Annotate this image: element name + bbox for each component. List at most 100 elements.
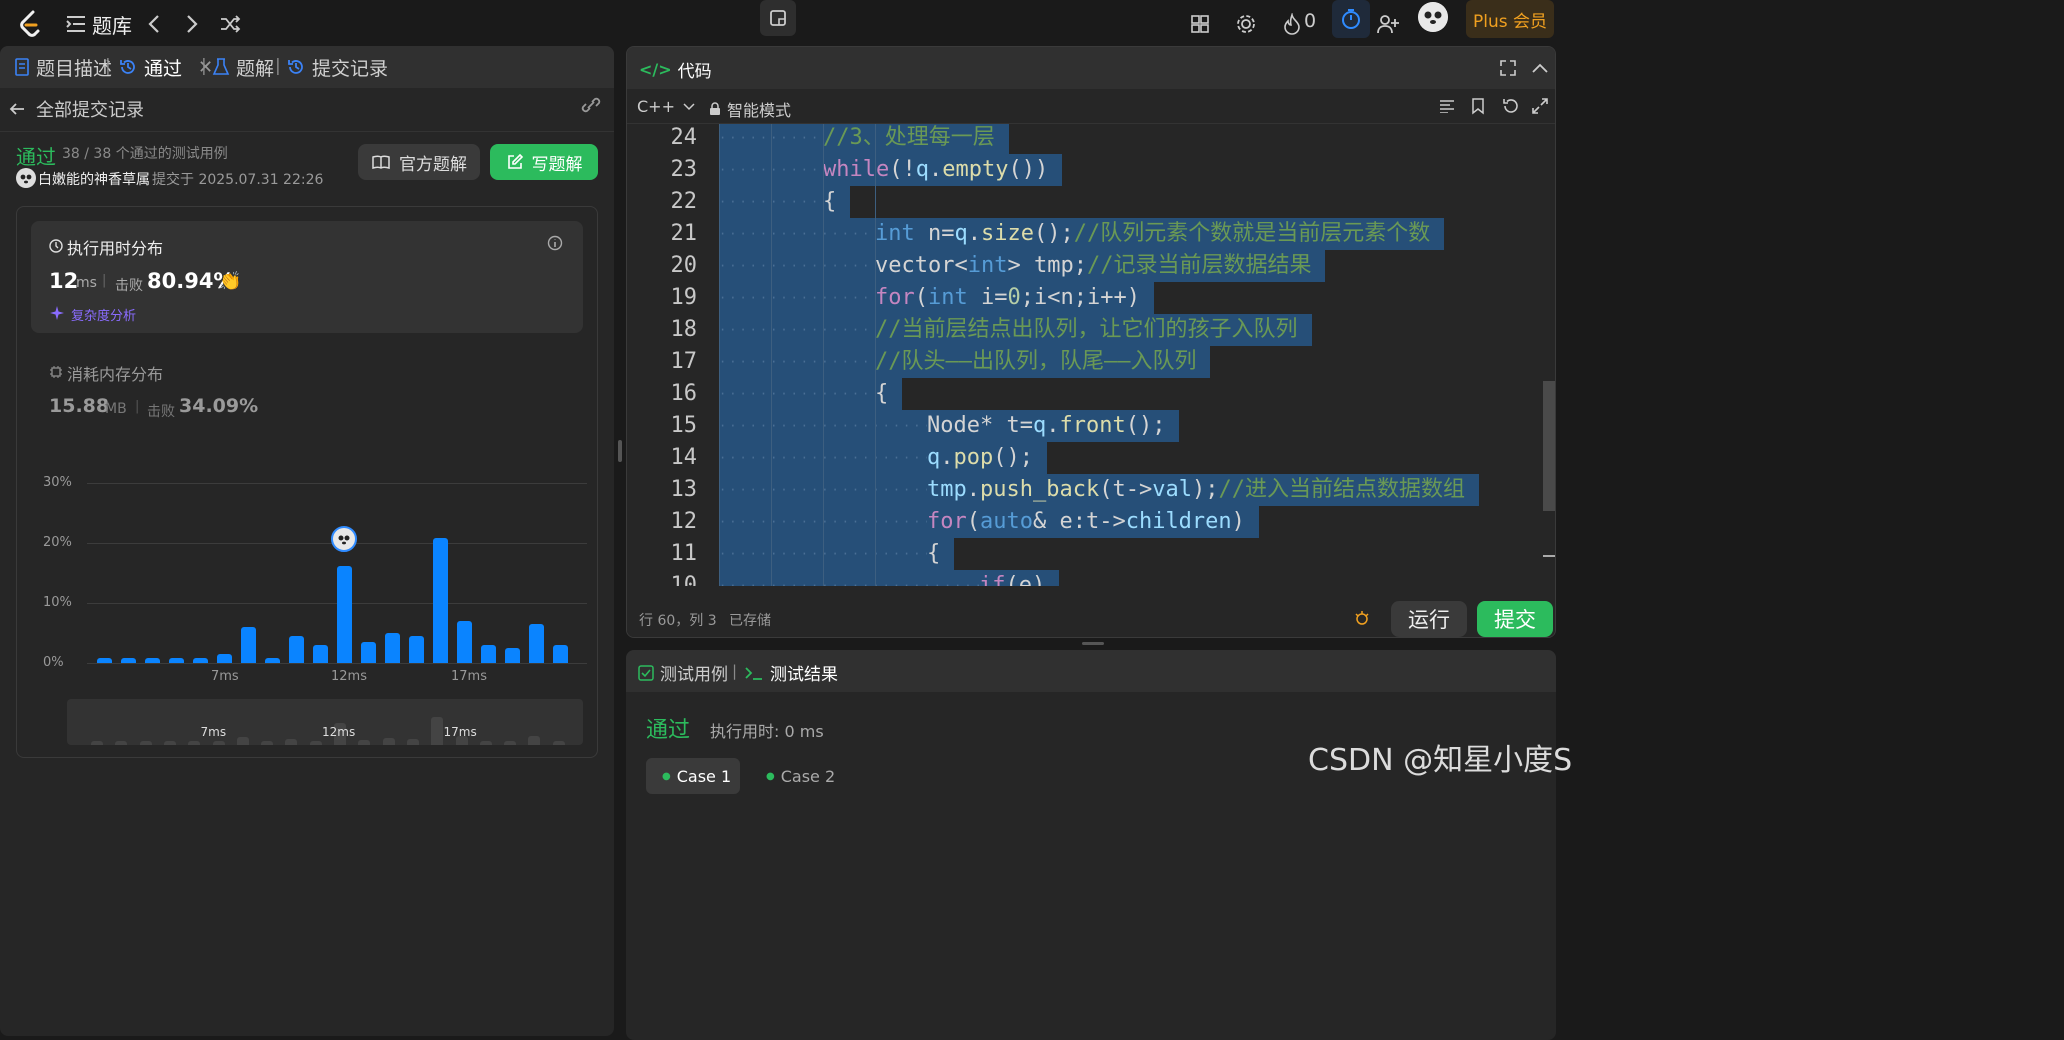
share-link-icon[interactable] <box>580 96 602 114</box>
settings-gear-icon[interactable] <box>1230 8 1262 40</box>
debug-icon[interactable] <box>1353 609 1371 627</box>
back-to-all-submissions[interactable]: 全部提交记录 <box>8 96 144 122</box>
tab-description-label: 题目描述 <box>36 57 113 80</box>
run-button[interactable]: 运行 <box>1391 601 1467 637</box>
runtime-bar[interactable] <box>265 658 280 663</box>
complexity-analysis-link[interactable]: 复杂度分析 <box>71 305 136 324</box>
tab-solutions[interactable]: 题解 <box>212 46 274 88</box>
code-token: front <box>1059 413 1126 438</box>
code-line[interactable]: ································q.pop(); <box>719 442 1047 474</box>
runtime-bar[interactable] <box>121 658 136 663</box>
case-1-tab[interactable]: ● Case 1 <box>646 758 740 794</box>
selection-highlight: ································q.pop(); <box>719 442 1047 474</box>
write-solution-button[interactable]: 写题解 <box>490 144 598 180</box>
editor-scrollbar[interactable] <box>1543 381 1555 511</box>
code-line[interactable]: ················//3、处理每一层 <box>719 124 1009 154</box>
runtime-bar[interactable] <box>217 654 232 663</box>
code-line[interactable]: ················{ <box>719 186 851 218</box>
submit-button[interactable]: 提交 <box>1477 601 1553 637</box>
watermark-text: CSDN @知星小度S <box>1308 743 1573 778</box>
saved-status: 已存储 <box>729 613 771 629</box>
user-avatar[interactable] <box>1418 2 1448 32</box>
runtime-bar[interactable] <box>505 648 520 663</box>
case-1-label: Case 1 <box>676 766 732 786</box>
runtime-bar[interactable] <box>529 624 544 663</box>
username[interactable]: 白嫩能的神香草属 <box>38 169 150 189</box>
runtime-beats-label: 击败 <box>115 278 143 294</box>
reset-icon[interactable] <box>1501 97 1519 115</box>
code-line[interactable]: ························vector<int> tmp;… <box>719 250 1326 282</box>
code-line[interactable]: ································{ <box>719 538 955 570</box>
info-icon[interactable] <box>547 235 563 251</box>
leetcode-logo-icon[interactable] <box>14 8 46 40</box>
fullscreen-icon[interactable] <box>1531 97 1549 115</box>
tab-test-result[interactable]: 测试结果 <box>744 660 838 685</box>
top-bar: 题库 0 Plus 会员 <box>0 0 2064 48</box>
runtime-bar[interactable] <box>553 645 568 663</box>
chart-range-slider[interactable]: 7ms 12ms 17ms <box>67 699 583 745</box>
next-problem-icon[interactable] <box>176 8 208 40</box>
collapse-icon[interactable] <box>1531 61 1549 75</box>
arrow-left-icon <box>9 103 24 115</box>
shuffle-icon[interactable] <box>214 8 246 40</box>
overview-bar <box>358 740 371 745</box>
problem-bank-link[interactable]: 题库 <box>92 10 132 39</box>
runtime-bar[interactable] <box>361 642 376 663</box>
notes-icon[interactable] <box>760 0 796 36</box>
case-2-tab[interactable]: ● Case 2 <box>756 758 850 794</box>
overview-bar <box>382 738 395 745</box>
runtime-bar[interactable] <box>385 633 400 663</box>
code-line[interactable]: ························//当前层结点出队列，让它们的孩… <box>719 314 1312 346</box>
maximize-icon[interactable] <box>1499 59 1517 77</box>
code-token: (); <box>1033 221 1074 246</box>
code-token: val <box>1152 477 1192 502</box>
runtime-bar[interactable] <box>145 658 160 663</box>
selection-highlight: ························//当前层结点出队列，让它们的孩… <box>719 314 1312 346</box>
code-editor[interactable]: 24················//3、处理每一层23···········… <box>627 124 1543 586</box>
runtime-bar[interactable] <box>457 621 472 663</box>
runtime-bar[interactable] <box>433 538 448 663</box>
runtime-distribution-chart[interactable]: 30% 20% 10% 0% 7ms 12ms 17ms <box>17 463 597 693</box>
code-tab[interactable]: </> 代码 <box>639 57 712 82</box>
prev-problem-icon[interactable] <box>138 8 170 40</box>
tab-testcases[interactable]: 测试用例 <box>638 660 728 685</box>
status-passed: 通过 <box>16 145 56 169</box>
bookmark-icon[interactable] <box>1471 97 1485 115</box>
code-line[interactable]: ························int n=q.size();/… <box>719 218 1445 250</box>
memory-card[interactable]: 消耗内存分布 15.88 MB | 击败 34.09% <box>31 347 583 427</box>
code-line[interactable]: ································tmp.push… <box>719 474 1479 506</box>
runtime-bar[interactable] <box>193 658 208 663</box>
runtime-bar[interactable] <box>289 636 304 663</box>
runtime-card[interactable]: 执行用时分布 12 ms | 击败 80.94% 👏 复杂度分析 <box>31 221 583 333</box>
code-line[interactable]: ································Node* t=… <box>719 410 1180 442</box>
tab-description[interactable]: 题目描述 <box>14 46 112 88</box>
runtime-bar[interactable] <box>481 645 496 663</box>
list-icon[interactable] <box>60 8 92 40</box>
terminal-icon <box>745 666 762 680</box>
divider <box>0 131 614 132</box>
y-tick-label: 30% <box>43 475 72 490</box>
runtime-bar[interactable] <box>169 658 184 663</box>
runtime-bar[interactable] <box>409 636 424 663</box>
code-line[interactable]: ································for(auto… <box>719 506 1259 538</box>
format-icon[interactable] <box>1439 99 1455 113</box>
runtime-bar[interactable] <box>337 565 352 663</box>
layout-icon[interactable] <box>1184 8 1216 40</box>
code-token: { <box>823 189 837 214</box>
vertical-resize-handle[interactable] <box>618 440 622 462</box>
official-solution-button[interactable]: 官方题解 <box>358 144 480 180</box>
smart-mode-toggle[interactable]: 智能模式 <box>709 97 791 121</box>
runtime-bar[interactable] <box>313 645 328 663</box>
runtime-bar[interactable] <box>97 658 112 663</box>
add-friend-icon[interactable] <box>1372 8 1404 40</box>
language-select[interactable]: C++ <box>637 97 695 116</box>
horizontal-resize-handle[interactable] <box>1082 642 1104 645</box>
gridline <box>87 663 587 664</box>
code-line[interactable]: ························//队头——出队列，队尾——入队… <box>719 346 1211 378</box>
code-line[interactable]: ························for(int i=0;i<n;… <box>719 282 1154 314</box>
tab-submissions[interactable]: 提交记录 <box>286 46 388 88</box>
timer-icon[interactable] <box>1332 0 1370 38</box>
plus-member-button[interactable]: Plus 会员 <box>1466 0 1554 38</box>
runtime-bar[interactable] <box>241 627 256 663</box>
tab-passed[interactable]: 通过 ✕ <box>118 46 213 88</box>
